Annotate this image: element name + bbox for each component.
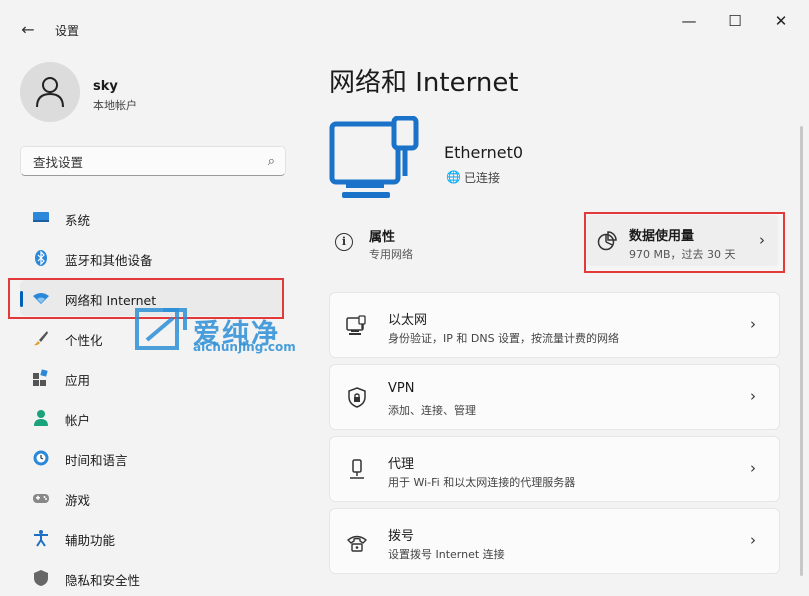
window-title: 设置 (55, 24, 80, 38)
search-input[interactable] (31, 152, 255, 172)
sidebar-item-label: 系统 (65, 213, 91, 228)
dialup-settings-card[interactable]: 拨号 设置拨号 Internet 连接 › (329, 508, 780, 574)
info-icon: i (335, 233, 353, 251)
gamepad-icon (33, 494, 49, 503)
card-title: 拨号 (388, 529, 415, 544)
maximize-button[interactable]: ☐ (712, 6, 758, 36)
sidebar-item-gaming[interactable]: 游戏 (20, 480, 284, 516)
sidebar-item-label: 隐私和安全性 (65, 573, 141, 588)
chevron-right-icon: › (750, 459, 756, 477)
accessibility-icon (34, 530, 48, 547)
sidebar-item-accounts[interactable]: 帐户 (20, 400, 284, 436)
properties-button[interactable]: i 属性 专用网络 (329, 214, 579, 272)
back-button[interactable]: ← (14, 16, 42, 44)
card-subtitle: 添加、连接、管理 (388, 404, 476, 417)
brush-icon (34, 331, 48, 346)
card-subtitle: 设置拨号 Internet 连接 (388, 548, 505, 561)
card-title: 以太网 (388, 313, 428, 328)
bluetooth-icon (35, 250, 47, 266)
person-icon (36, 77, 64, 108)
search-icon[interactable]: ⌕ (268, 154, 275, 169)
sidebar-item-label: 辅助功能 (65, 533, 116, 548)
chevron-right-icon: › (750, 387, 756, 405)
close-button[interactable]: ✕ (758, 6, 804, 36)
watermark-url: aichunjing.com (193, 340, 296, 354)
sidebar-item-accessibility[interactable]: 辅助功能 (20, 520, 284, 556)
user-name: sky (93, 79, 118, 94)
globe-clock-icon (33, 450, 49, 466)
sidebar-item-label: 帐户 (65, 413, 91, 428)
sidebar-item-label: 时间和语言 (65, 453, 128, 468)
shield-icon (34, 570, 48, 586)
watermark-logo (135, 308, 187, 350)
proxy-icon (350, 459, 364, 479)
properties-title: 属性 (369, 230, 396, 245)
sidebar-item-label: 蓝牙和其他设备 (65, 253, 153, 268)
chevron-right-icon: › (750, 531, 756, 549)
sidebar-item-label: 应用 (65, 373, 91, 388)
monitor-icon (33, 212, 49, 222)
user-account-type: 本地帐户 (93, 99, 137, 112)
properties-subtitle: 专用网络 (369, 248, 413, 261)
proxy-settings-card[interactable]: 代理 用于 Wi-Fi 和以太网连接的代理服务器 › (329, 436, 780, 502)
card-title: 代理 (388, 457, 415, 472)
sidebar-item-apps[interactable]: 应用 (20, 360, 284, 396)
sidebar-item-bluetooth[interactable]: 蓝牙和其他设备 (20, 240, 284, 276)
sidebar-item-time-language[interactable]: 时间和语言 (20, 440, 284, 476)
sidebar-item-privacy[interactable]: 隐私和安全性 (20, 560, 284, 596)
card-subtitle: 身份验证，IP 和 DNS 设置，按流量计费的网络 (388, 332, 620, 345)
search-box[interactable]: ⌕ (20, 146, 286, 176)
apps-icon (33, 369, 48, 386)
highlight-box-data-usage (584, 212, 785, 273)
globe-icon: 🌐 (446, 170, 461, 184)
ethernet-monitor-icon (329, 116, 419, 198)
sidebar-item-label: 游戏 (65, 493, 91, 508)
card-subtitle: 用于 Wi-Fi 和以太网连接的代理服务器 (388, 476, 576, 489)
vpn-shield-icon (348, 387, 366, 408)
chevron-right-icon: › (750, 315, 756, 333)
vpn-settings-card[interactable]: VPN 添加、连接、管理 › (329, 364, 780, 430)
ethernet-icon (346, 315, 366, 335)
minimize-button[interactable]: — (666, 6, 712, 36)
person-icon (34, 410, 48, 426)
dialup-icon (346, 535, 368, 552)
page-title: 网络和 Internet (329, 68, 519, 98)
sidebar-item-label: 个性化 (65, 333, 103, 348)
scrollbar[interactable] (800, 126, 803, 576)
adapter-status: 已连接 (464, 171, 501, 185)
card-title: VPN (388, 381, 415, 396)
adapter-name: Ethernet0 (444, 143, 524, 162)
sidebar-item-system[interactable]: 系统 (20, 200, 284, 236)
ethernet-settings-card[interactable]: 以太网 身份验证，IP 和 DNS 设置，按流量计费的网络 › (329, 292, 780, 358)
avatar[interactable] (20, 62, 80, 122)
